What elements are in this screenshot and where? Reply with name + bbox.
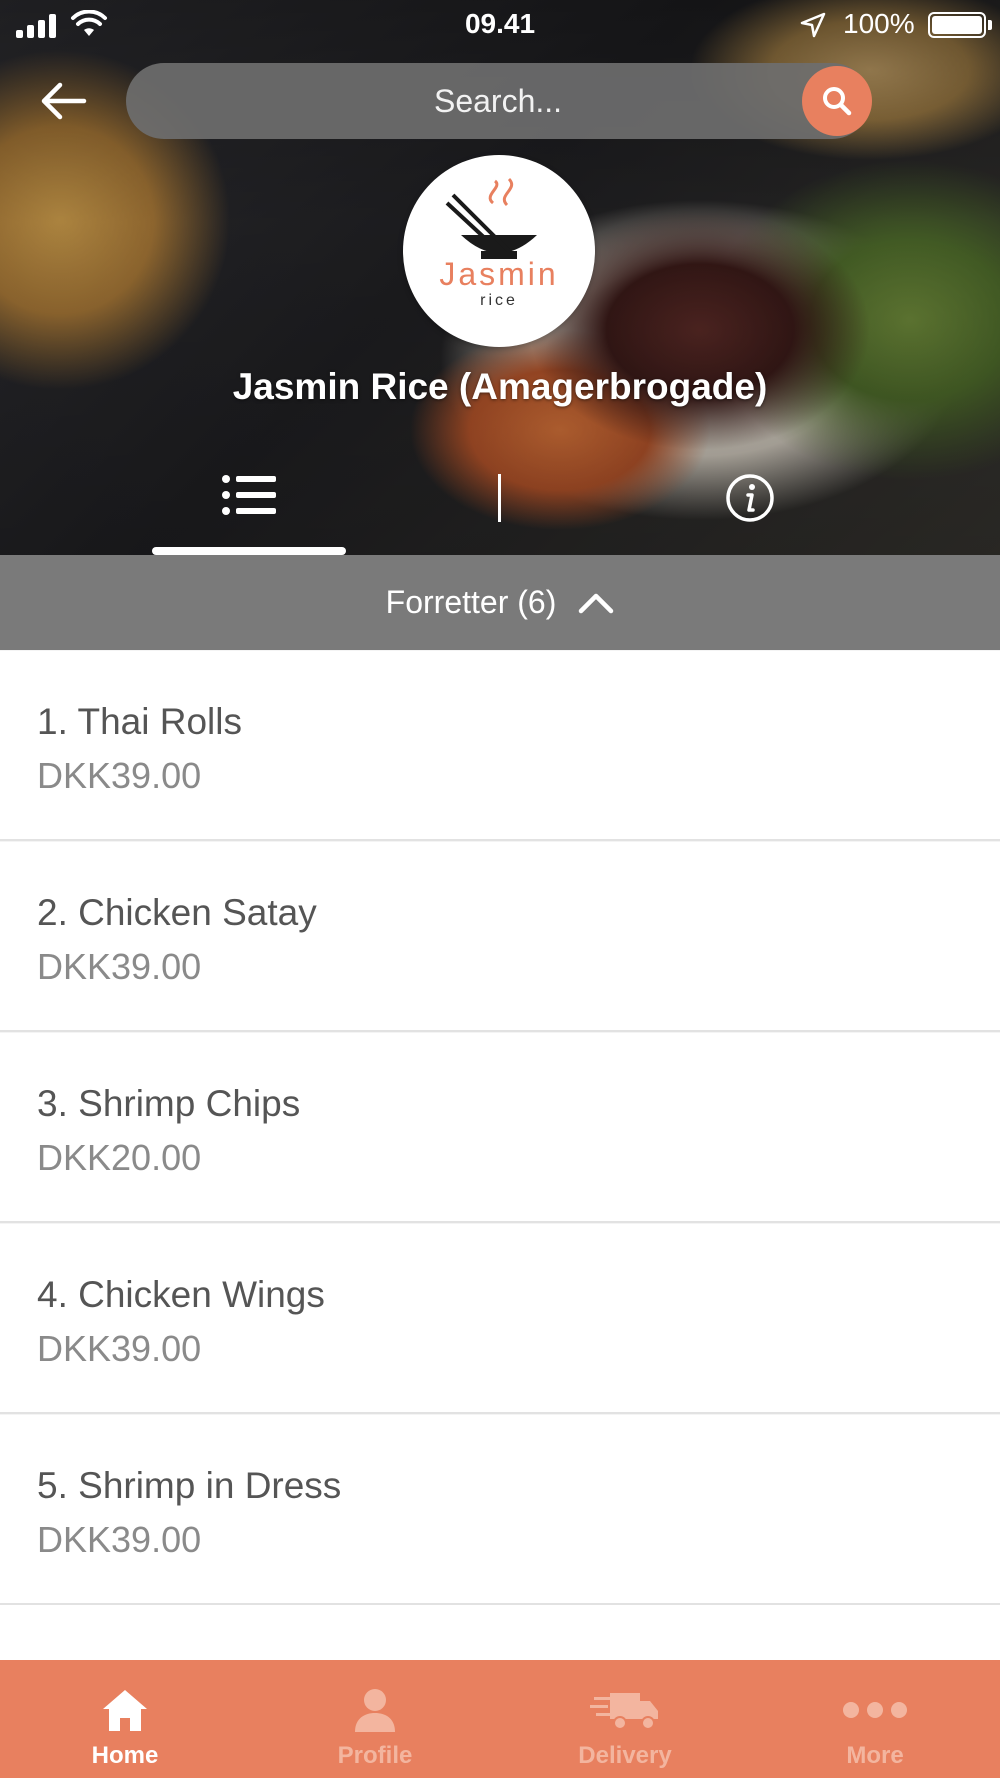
restaurant-logo: Jasmin rice: [403, 155, 595, 347]
nav-profile-label: Profile: [337, 1742, 413, 1769]
menu-item-price: DKK39.00: [37, 1519, 202, 1560]
active-tab-indicator: [152, 547, 346, 555]
info-icon[interactable]: [724, 472, 776, 524]
restaurant-name: Jasmin Rice (Amagerbrogade): [232, 366, 768, 407]
search-bar: [126, 63, 870, 139]
delivery-truck-icon: [590, 1693, 658, 1730]
tab-menu[interactable]: [152, 465, 346, 555]
svg-text:rice: rice: [480, 292, 518, 309]
menu-item-name: 1. Thai Rolls: [37, 701, 242, 742]
menu-item-name: 4. Chicken Wings: [37, 1274, 325, 1315]
nav-delivery[interactable]: Delivery: [500, 1660, 750, 1778]
jasmin-rice-logo-icon: Jasmin rice: [439, 177, 558, 309]
menu-item[interactable]: 3. Shrimp Chips DKK20.00: [0, 1032, 1000, 1223]
menu-list: 1. Thai Rolls DKK39.00 2. Chicken Satay …: [0, 650, 1000, 1605]
status-bar: 09.41 100%: [0, 0, 1000, 50]
hero-banner: 09.41 100% Jasmin rice Jasmin: [0, 0, 1000, 555]
menu-item-name: 5. Shrimp in Dress: [37, 1465, 342, 1506]
menu-item-price: DKK39.00: [37, 1328, 202, 1369]
menu-item-price: DKK20.00: [37, 1137, 202, 1178]
tab-divider: [498, 474, 501, 522]
search-button[interactable]: [802, 66, 872, 136]
menu-item-name: 3. Shrimp Chips: [37, 1083, 301, 1124]
menu-list-icon: [222, 475, 276, 515]
category-label: Forretter (6): [385, 584, 557, 620]
search-input[interactable]: [126, 63, 870, 139]
home-icon: [103, 1690, 147, 1731]
battery-percent: 100%: [843, 8, 915, 39]
svg-text:Jasmin: Jasmin: [439, 256, 558, 292]
more-icon: [843, 1702, 907, 1718]
category-header[interactable]: Forretter (6): [0, 555, 1000, 650]
menu-item[interactable]: 5. Shrimp in Dress DKK39.00: [0, 1414, 1000, 1605]
menu-item[interactable]: 2. Chicken Satay DKK39.00: [0, 841, 1000, 1032]
battery-tip: [988, 20, 992, 30]
menu-item-name: 2. Chicken Satay: [37, 892, 317, 933]
battery-icon: [928, 12, 986, 38]
nav-more[interactable]: More: [750, 1660, 1000, 1778]
bottom-navigation: Home Profile Delivery More: [0, 1660, 1000, 1778]
nav-home-label: Home: [91, 1742, 159, 1769]
nav-delivery-label: Delivery: [578, 1742, 672, 1769]
chevron-up-icon: [578, 592, 614, 614]
nav-more-label: More: [846, 1742, 904, 1769]
search-icon: [823, 87, 852, 116]
back-arrow-icon[interactable]: [36, 78, 90, 124]
menu-item-price: DKK39.00: [37, 946, 202, 987]
menu-item-price: DKK39.00: [37, 755, 202, 796]
nav-profile[interactable]: Profile: [250, 1660, 500, 1778]
menu-item[interactable]: 4. Chicken Wings DKK39.00: [0, 1223, 1000, 1414]
nav-home[interactable]: Home: [0, 1660, 250, 1778]
location-arrow-icon: [800, 12, 826, 38]
profile-icon: [355, 1689, 395, 1732]
menu-item[interactable]: 1. Thai Rolls DKK39.00: [0, 650, 1000, 841]
